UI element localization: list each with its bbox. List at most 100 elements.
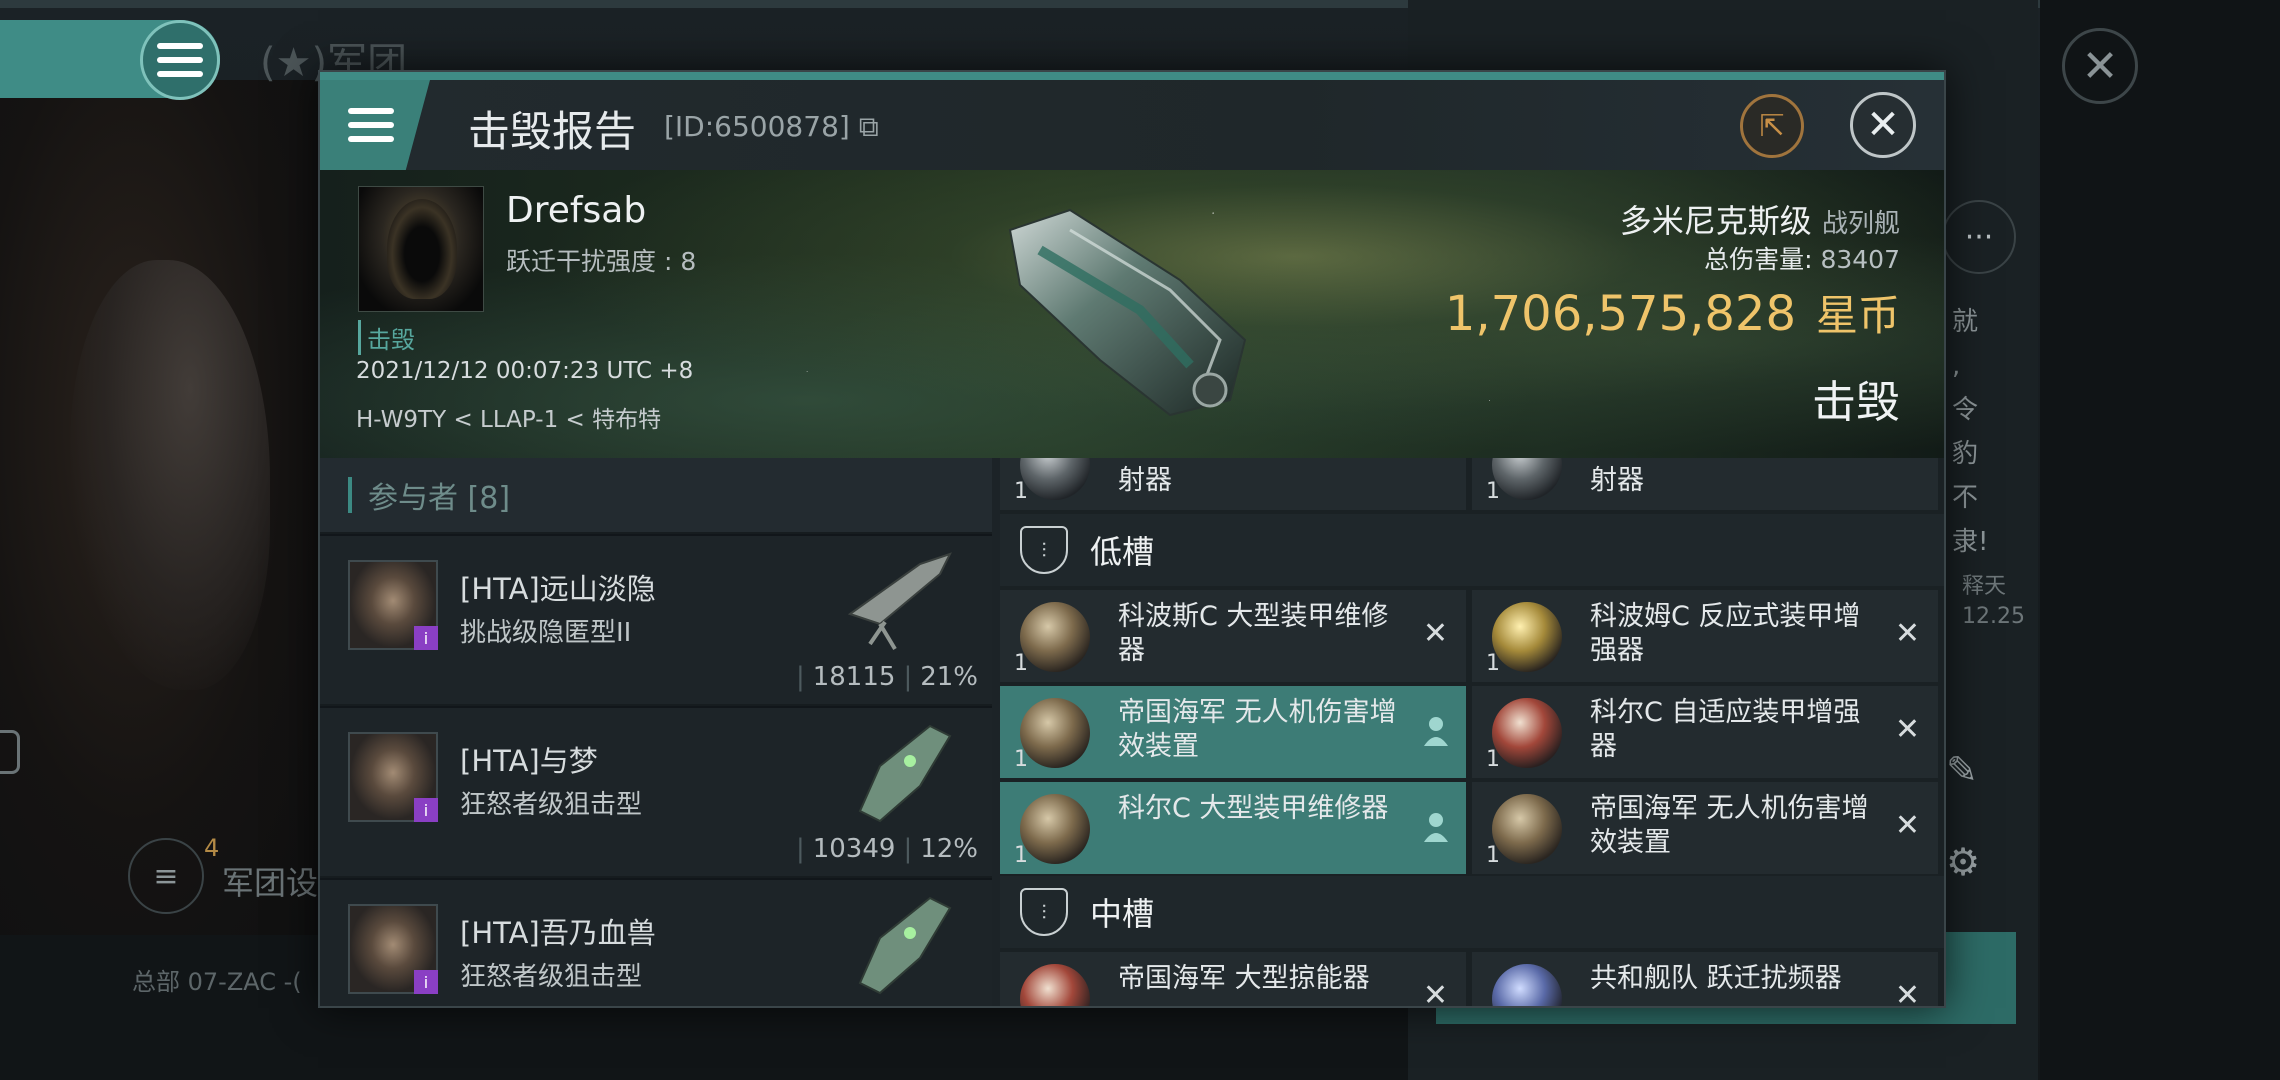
kill-time: 2021/12/12 00:07:23 UTC +8 (356, 358, 694, 384)
participant-ship-render (858, 896, 952, 995)
module-cell[interactable]: 1 帝国海军 无人机伤害增效装置 ✕ (1472, 782, 1938, 874)
destroyed-icon: ✕ (1422, 616, 1448, 651)
kill-tag: 击毁 (358, 320, 415, 355)
participant-ship: 狂怒者级狙击型 (460, 962, 643, 992)
copy-icon[interactable]: ⧉ (850, 110, 879, 143)
module-name: 科尔C 大型装甲维修器 (1118, 793, 1389, 824)
energy-neutralizer-icon (1020, 964, 1090, 1006)
participant-avatar[interactable]: i (348, 904, 438, 994)
dialog-title: 击毁报告 (468, 107, 637, 156)
info-icon[interactable]: i (414, 970, 438, 994)
isk-value: 1,706,575,828 星币 (1444, 286, 1900, 342)
share-button[interactable]: ⇱ (1740, 94, 1804, 158)
victim-name[interactable]: Drefsab (506, 190, 646, 231)
module-icon (1492, 458, 1562, 500)
dropped-person-icon (1424, 717, 1448, 746)
mid-slot-icon: ⫶ (1020, 888, 1068, 936)
module-name: 射器 (1118, 465, 1172, 496)
menu-icon[interactable] (320, 80, 430, 170)
module-name: 科尔C 自适应装甲增强器 (1590, 697, 1861, 762)
kill-id[interactable]: [ID:6500878] ⧉ (664, 110, 879, 144)
bg-square-icon (0, 730, 20, 774)
bg-hq-label: 总部 07-ZAC -( (132, 968, 302, 996)
bg-side-names: 释天 12.25 (1962, 574, 2025, 629)
module-cell[interactable]: 1 共和舰队 跃迁扰频器 ✕ (1472, 952, 1938, 1008)
participant-row[interactable]: i [HTA]与梦 狂怒者级狙击型 | 10349 | 12% (320, 706, 992, 876)
module-cell[interactable]: 1 帝国海军 大型掠能器 ✕ (1000, 952, 1466, 1008)
reactive-armor-icon (1492, 602, 1562, 672)
edit-icon[interactable]: ✎ (1946, 748, 1978, 792)
character-art (0, 80, 330, 940)
module-cell[interactable]: 1 科波姆C 反应式装甲增强器 ✕ (1472, 590, 1938, 682)
participant-avatar[interactable]: i (348, 732, 438, 822)
victim-avatar[interactable] (358, 186, 484, 312)
participant-ship: 狂怒者级狙击型 (460, 790, 643, 820)
module-cell[interactable]: 1 射器 ✕ (1000, 458, 1466, 510)
module-name: 帝国海军 无人机伤害增效装置 (1118, 697, 1397, 762)
info-icon[interactable]: i (414, 798, 438, 822)
destroyed-icon: ✕ (1894, 808, 1920, 843)
info-icon[interactable]: i (414, 626, 438, 650)
armor-repairer-icon (1020, 602, 1090, 672)
dropped-person-icon (1424, 813, 1448, 842)
low-slot-header: ⫶ 低槽 (1000, 514, 1944, 586)
participant-ship: 挑战级隐匿型II (460, 618, 632, 648)
mid-slot-header: ⫶ 中槽 (1000, 876, 1944, 948)
participant-stats: | 10349 | 12% (795, 834, 978, 864)
more-options-icon[interactable]: ··· (1942, 200, 2016, 274)
module-cell[interactable]: 1 科尔C 大型装甲维修器 (1000, 782, 1466, 874)
participant-name: [HTA]吾乃血兽 (460, 916, 656, 950)
share-icon: ⇱ (1759, 108, 1785, 144)
kill-status: 击毁 (1812, 377, 1900, 428)
victim-summary: Drefsab 跃迁干扰强度 : 8 击毁 2021/12/12 00:07:2… (320, 170, 1944, 458)
legion-settings-icon[interactable]: ≡ (128, 838, 204, 914)
participant-row[interactable]: i [HTA]吾乃血兽 狂怒者级狙击型 (320, 878, 992, 1006)
bg-right-edge (2040, 0, 2280, 1080)
module-icon (1020, 458, 1090, 500)
drone-damage-icon (1020, 698, 1090, 768)
low-slot-icon: ⫶ (1020, 526, 1068, 574)
ship-class[interactable]: 多米尼克斯级 战列舰 (1620, 196, 1900, 242)
kill-location[interactable]: H-W9TY < LLAP-1 < 特布特 (356, 400, 661, 434)
participant-ship-render (858, 724, 952, 823)
dialog-header: 击毁报告 [ID:6500878] ⧉ ⇱ ✕ (320, 80, 1944, 170)
bg-side-text: 就 , 令 豹 不 隶! (1952, 307, 1989, 557)
kill-report-dialog: 击毁报告 [ID:6500878] ⧉ ⇱ ✕ Drefsab 跃迁干扰强度 :… (318, 70, 1946, 1008)
participants-panel: 参与者 [8] i [HTA]远山淡隐 挑战级隐匿型II | 18115 | 21% … (320, 458, 992, 1006)
bg-menu-icon[interactable] (140, 20, 220, 100)
drone-damage-icon (1492, 794, 1562, 864)
module-cell[interactable]: 1 科尔C 自适应装甲增强器 ✕ (1472, 686, 1938, 778)
close-button[interactable]: ✕ (1850, 92, 1916, 158)
participant-name: [HTA]与梦 (460, 744, 598, 778)
dialog-accent (320, 72, 1944, 80)
total-damage: 总伤害量: 83407 (1704, 245, 1900, 274)
victim-ship-render (1008, 208, 1247, 417)
participant-row[interactable]: i [HTA]远山淡隐 挑战级隐匿型II | 18115 | 21% (320, 534, 992, 704)
adaptive-armor-icon (1492, 698, 1562, 768)
bg-close-icon[interactable]: ✕ (2062, 28, 2138, 104)
module-name: 科波斯C 大型装甲维修器 (1118, 601, 1389, 666)
participant-name: [HTA]远山淡隐 (460, 572, 656, 606)
legion-badge: 4 (204, 834, 220, 862)
warp-jam-strength: 跃迁干扰强度 : 8 (506, 247, 697, 276)
module-name: 射器 (1590, 465, 1644, 496)
destroyed-icon: ✕ (1894, 978, 1920, 1008)
module-name: 帝国海军 大型掠能器 (1118, 963, 1370, 994)
armor-repairer-icon (1020, 794, 1090, 864)
module-cell[interactable]: 1 科波斯C 大型装甲维修器 ✕ (1000, 590, 1466, 682)
module-cell[interactable]: 1 射器 ✕ (1472, 458, 1938, 510)
legion-settings-label: 军团设 (222, 864, 319, 902)
participant-stats: | 18115 | 21% (795, 662, 978, 692)
warp-scrambler-icon (1492, 964, 1562, 1006)
settings-icon[interactable]: ⚙ (1946, 840, 1980, 884)
destroyed-icon: ✕ (1422, 978, 1448, 1008)
participant-avatar[interactable]: i (348, 560, 438, 650)
participant-ship-render (847, 552, 952, 651)
module-name: 科波姆C 反应式装甲增强器 (1590, 601, 1861, 666)
fitting-modules-panel: 1 射器 ✕ 1 射器 ✕ ⫶ 低槽 1 科波斯C 大型装甲维修器 ✕ 1 科波… (1000, 458, 1944, 1008)
module-cell[interactable]: 1 帝国海军 无人机伤害增效装置 (1000, 686, 1466, 778)
module-name: 帝国海军 无人机伤害增效装置 (1590, 793, 1869, 858)
close-icon: ✕ (1866, 102, 1900, 148)
destroyed-icon: ✕ (1894, 616, 1920, 651)
destroyed-icon: ✕ (1894, 712, 1920, 747)
